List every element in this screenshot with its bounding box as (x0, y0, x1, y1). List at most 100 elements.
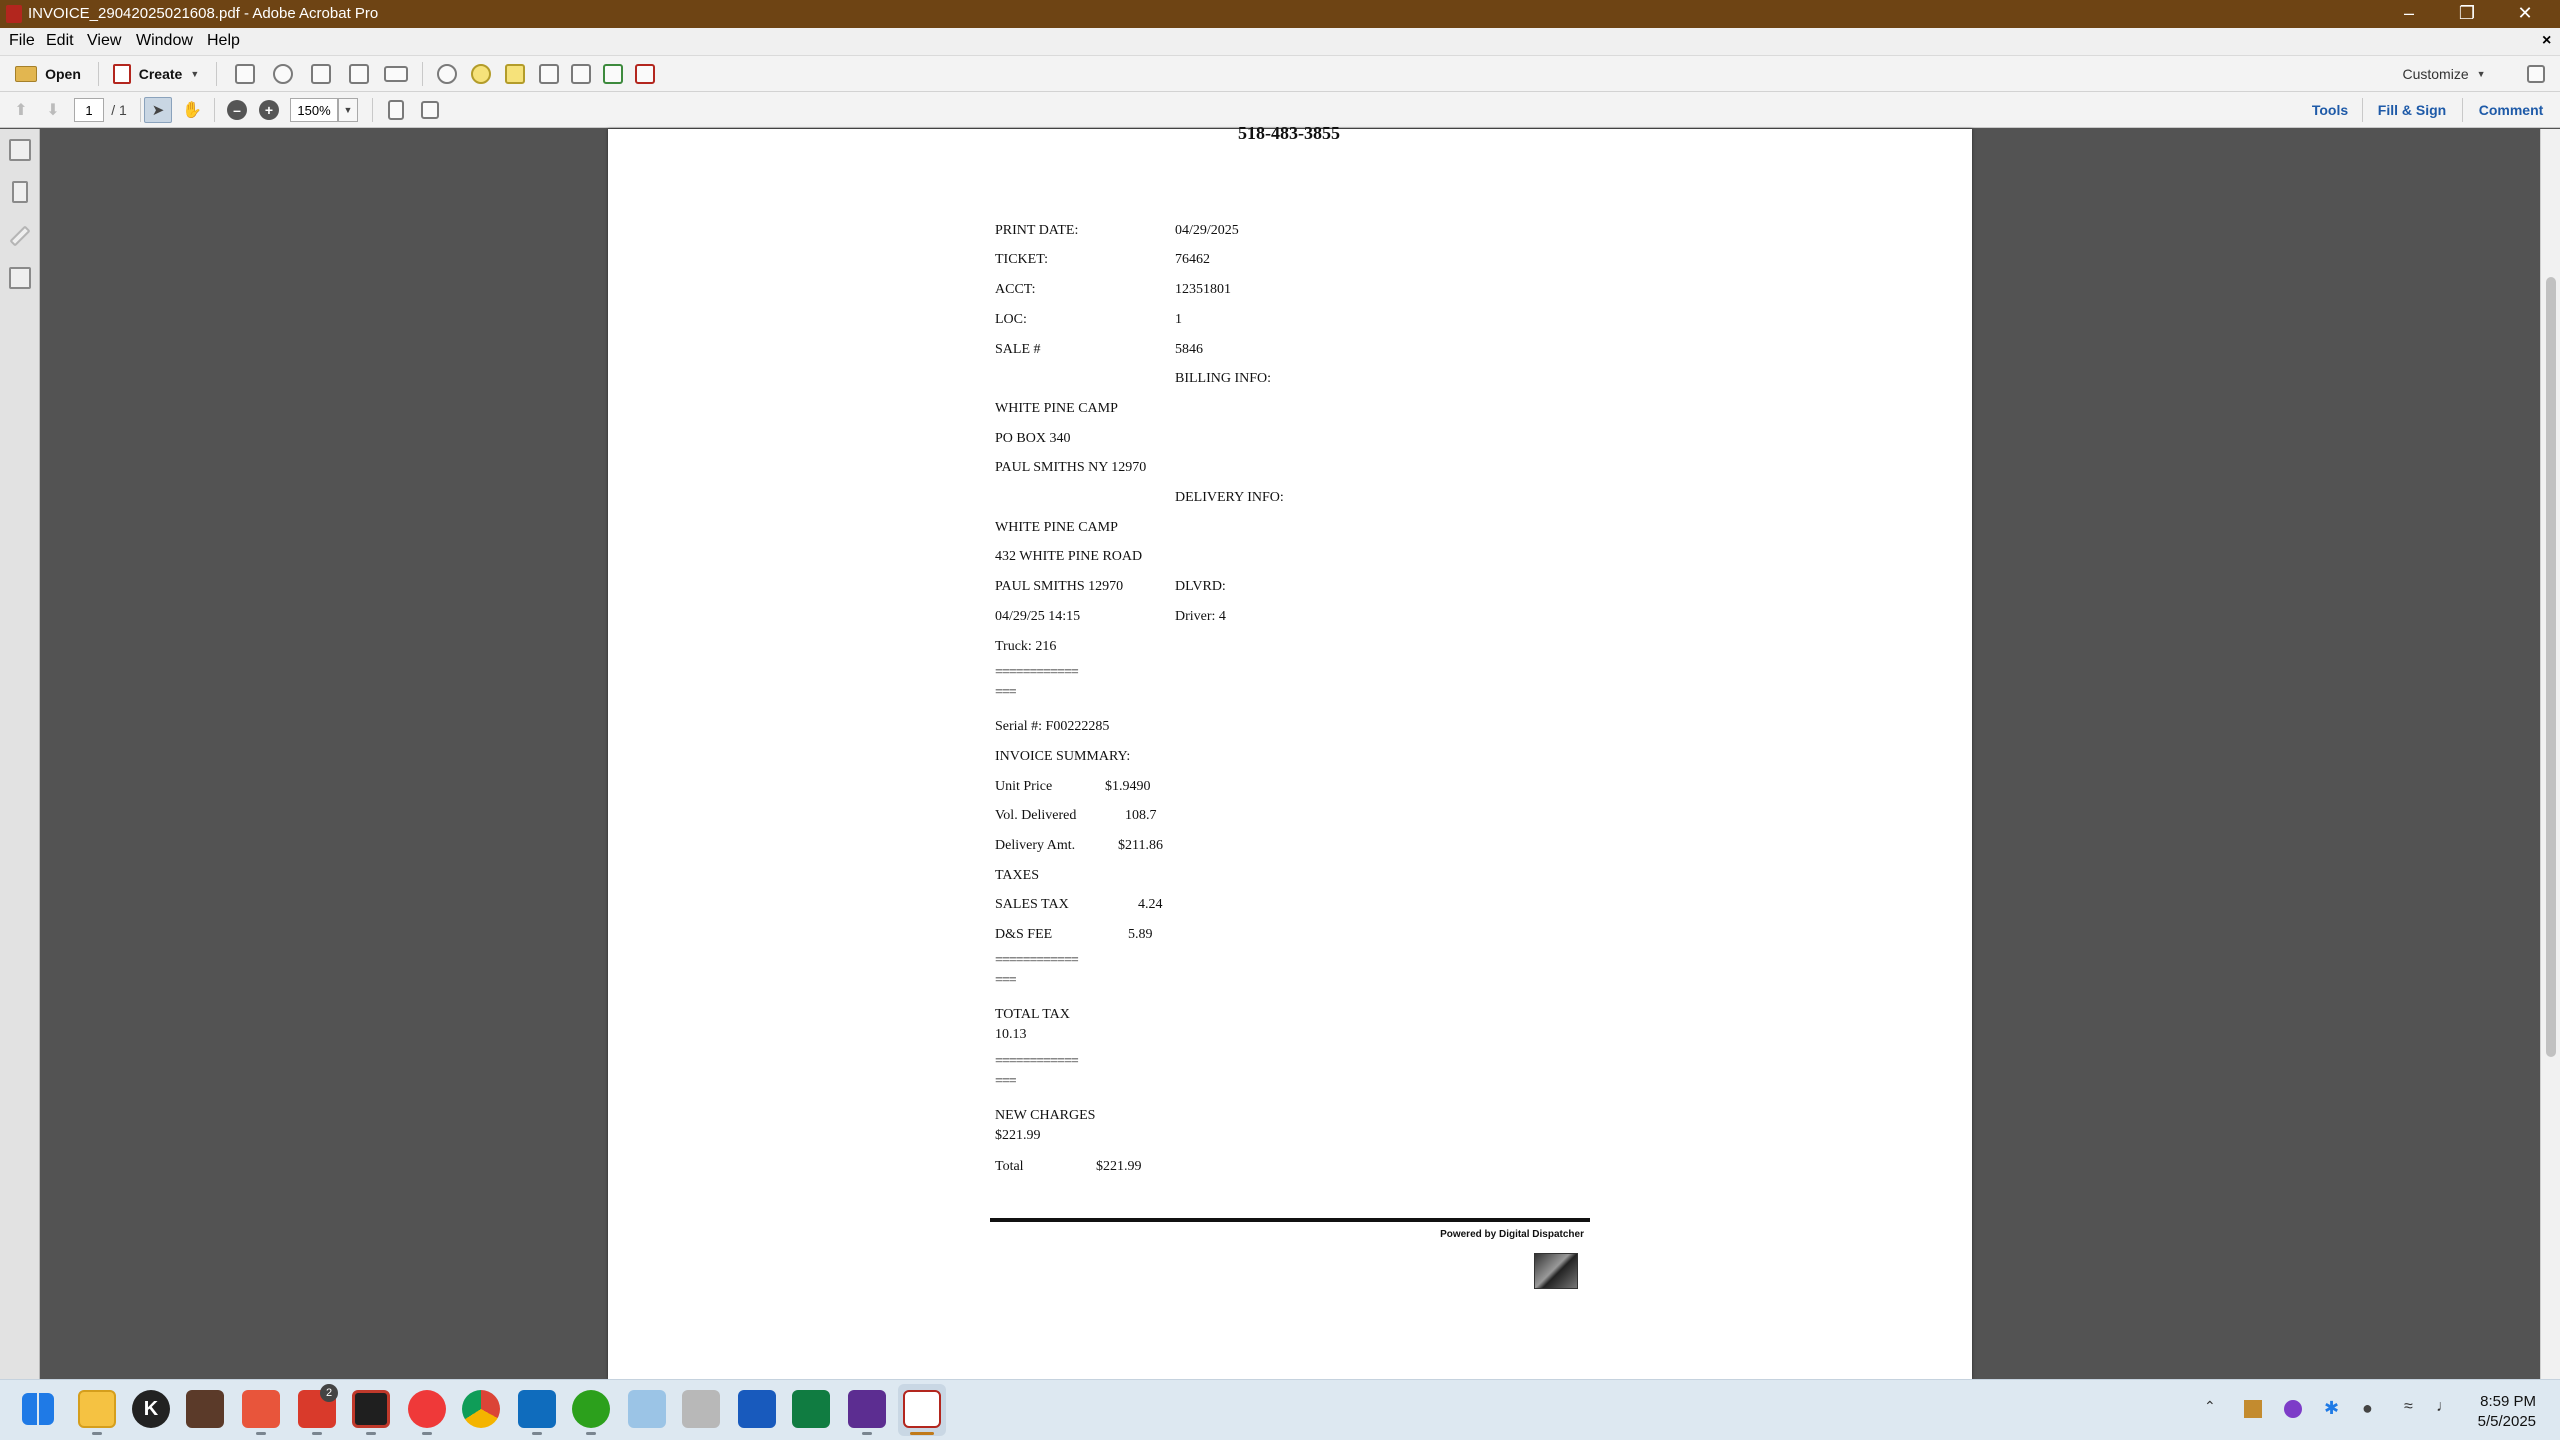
previous-page-button[interactable]: ⬆ (8, 97, 34, 123)
save-button[interactable] (230, 61, 260, 87)
running-indicator (422, 1432, 432, 1435)
pdf-page: 518-483-3855 PRINT DATE: 04/29/2025 TICK… (608, 123, 1972, 1379)
menu-window[interactable]: Window (136, 32, 193, 50)
chevron-up-icon[interactable]: ⌃ (2204, 1398, 2216, 1415)
speaker-muted-icon[interactable]: ♩ (2436, 1398, 2452, 1416)
menu-help[interactable]: Help (207, 32, 240, 50)
app-k-icon[interactable]: K (132, 1390, 170, 1428)
digital-dispatcher-logo (1534, 1253, 1578, 1289)
vivaldi-icon[interactable] (408, 1390, 446, 1428)
zoom-out-button[interactable]: – (224, 97, 250, 123)
window-title: INVOICE_29042025021608.pdf - Adobe Acrob… (28, 5, 379, 22)
comment-button[interactable] (466, 61, 496, 87)
sign-button[interactable] (630, 61, 660, 87)
bluetooth-icon[interactable]: ✱ (2324, 1398, 2339, 1419)
open-button[interactable]: Open (8, 61, 88, 87)
acct-value: 12351801 (1175, 282, 1231, 297)
wifi-icon[interactable]: ≈ (2404, 1398, 2413, 1416)
chrome-icon[interactable] (462, 1390, 500, 1428)
create-button[interactable]: Create ▼ (110, 61, 202, 87)
clock-time: 8:59 PM (2480, 1393, 2536, 1410)
scrollbar-thumb[interactable] (2546, 277, 2556, 1057)
zoom-dropdown-button[interactable]: ▼ (338, 98, 358, 122)
customize-dropdown[interactable]: Customize ▼ (2396, 61, 2492, 87)
microphone-icon[interactable]: ● (2362, 1398, 2373, 1419)
total-label: Total (995, 1159, 1024, 1174)
highlight-button[interactable] (500, 61, 530, 87)
page-thumbnails-icon[interactable] (9, 139, 31, 161)
tray-color-icon[interactable] (2284, 1400, 2302, 1418)
running-indicator (532, 1432, 542, 1435)
vertical-scrollbar[interactable] (2540, 129, 2560, 1379)
divider-rule: ============ (995, 665, 1079, 680)
running-indicator (256, 1432, 266, 1435)
truck-value: Truck: 216 (995, 639, 1057, 654)
fit-page-button[interactable] (382, 97, 410, 123)
menu-edit[interactable]: Edit (46, 32, 74, 50)
app-q-icon[interactable] (848, 1390, 886, 1428)
acrobat-icon[interactable] (903, 1390, 941, 1428)
divider-rule: === (995, 973, 1017, 988)
chevron-down-icon: ▼ (190, 69, 200, 79)
extract-button[interactable] (566, 61, 596, 87)
close-window-button[interactable]: ✕ (2496, 0, 2554, 28)
page-number-input[interactable]: 1 (74, 98, 104, 122)
menu-view[interactable]: View (87, 32, 121, 50)
footer-rule (990, 1218, 1590, 1222)
print-button[interactable] (306, 61, 336, 87)
hand-icon: ✋ (182, 102, 202, 119)
restore-button[interactable]: ❐ (2438, 0, 2496, 28)
email-button[interactable] (380, 61, 412, 87)
settings-button[interactable] (432, 61, 462, 87)
minimize-button[interactable]: – (2380, 0, 2438, 28)
outlook-icon[interactable] (518, 1390, 556, 1428)
minus-circle-icon: – (227, 100, 247, 120)
main-toolbar: Open Create ▼ Customize ▼ (0, 56, 2560, 92)
create-pdf-icon (112, 64, 131, 84)
signature-icon[interactable] (9, 267, 31, 289)
select-tool-button[interactable]: ➤ (144, 97, 172, 123)
next-page-button[interactable]: ⬇ (40, 97, 66, 123)
app-dark-icon[interactable] (352, 1390, 390, 1428)
word-icon[interactable] (738, 1390, 776, 1428)
sales-tax-label: SALES TAX (995, 897, 1069, 912)
delivery-datetime: 04/29/25 14:15 (995, 609, 1081, 624)
bookmark-icon[interactable] (12, 181, 28, 203)
fullscreen-button[interactable] (2522, 61, 2550, 87)
unit-price-value: $1.9490 (1105, 779, 1151, 794)
app-grid-icon[interactable] (186, 1390, 224, 1428)
hand-tool-button[interactable]: ✋ (178, 97, 206, 123)
clock-date: 5/5/2025 (2477, 1413, 2536, 1430)
pages-button[interactable] (534, 61, 564, 87)
fill-sign-pane-button[interactable]: Fill & Sign (2366, 97, 2458, 123)
zoom-input[interactable]: 150% (290, 98, 338, 122)
close-document-button[interactable]: × (2542, 32, 2551, 50)
file-explorer-icon[interactable] (78, 1390, 116, 1428)
billing-address: PO BOX 340 (995, 431, 1071, 446)
plus-circle-icon: + (259, 100, 279, 120)
attachment-icon[interactable] (9, 225, 31, 247)
comment-pane-button[interactable]: Comment (2468, 97, 2554, 123)
separator (216, 62, 217, 86)
divider-rule: === (995, 685, 1017, 700)
app-orange-icon[interactable] (242, 1390, 280, 1428)
tray-app-icon[interactable] (2244, 1400, 2262, 1418)
fit-width-button[interactable] (416, 97, 444, 123)
menu-file[interactable]: File (9, 32, 35, 50)
snipping-tool-icon[interactable] (628, 1390, 666, 1428)
windows-start-icon[interactable] (22, 1393, 54, 1425)
arrow-up-icon: ⬆ (14, 102, 28, 119)
zoom-in-button[interactable]: + (256, 97, 282, 123)
printer-app-icon[interactable] (682, 1390, 720, 1428)
system-clock[interactable]: 8:59 PM 5/5/2025 (2478, 1392, 2536, 1432)
tools-pane-button[interactable]: Tools (2300, 97, 2360, 123)
export-button[interactable] (598, 61, 628, 87)
notification-badge: 2 (320, 1384, 338, 1402)
cloud-upload-button[interactable] (268, 61, 298, 87)
billing-name: WHITE PINE CAMP (995, 401, 1118, 416)
highlighter-icon (505, 64, 525, 84)
edit-button[interactable] (344, 61, 374, 87)
sign-icon (635, 64, 655, 84)
excel-icon[interactable] (792, 1390, 830, 1428)
quickbooks-icon[interactable] (572, 1390, 610, 1428)
